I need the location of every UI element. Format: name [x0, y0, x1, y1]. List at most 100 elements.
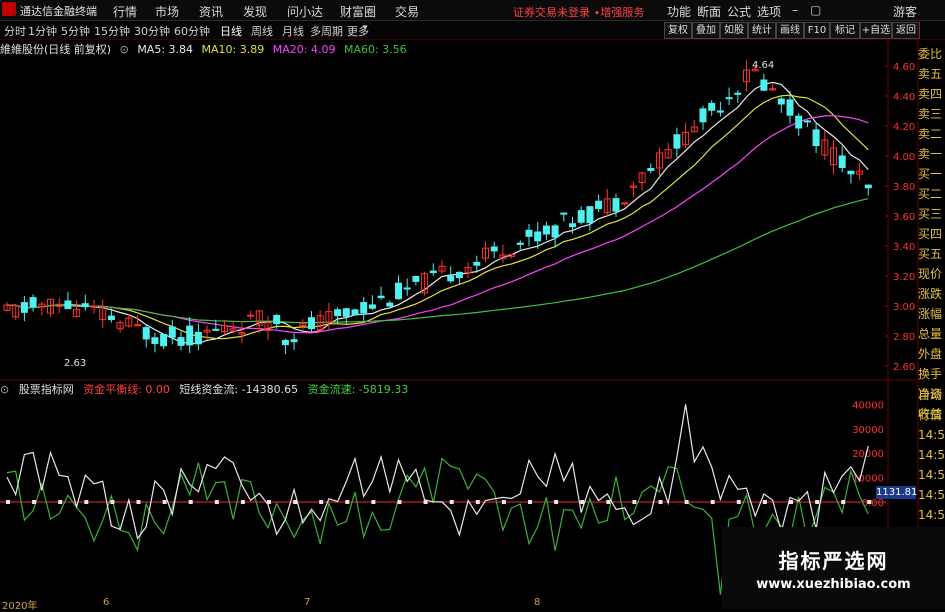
- quote-label: 卖四: [918, 87, 943, 101]
- high-price-label: 4.64: [752, 60, 774, 71]
- candle-body: [20, 302, 28, 313]
- price-tick-label: 4.60: [893, 62, 915, 73]
- ma10-line: [6, 94, 869, 340]
- balance-marker: [710, 500, 715, 504]
- candle-body: [612, 198, 620, 212]
- ma20-line: [6, 115, 869, 334]
- balance-marker: [423, 500, 428, 504]
- candle-body: [716, 110, 724, 113]
- candle-body: [734, 92, 742, 95]
- candle-body: [673, 134, 681, 149]
- balance-marker: [267, 500, 271, 504]
- balance-marker: [397, 500, 402, 504]
- candle-body: [560, 212, 568, 215]
- balance-marker: [319, 500, 324, 504]
- tick-label: 行情: [918, 408, 943, 422]
- candle-body: [351, 309, 359, 316]
- balance-marker: [580, 500, 585, 504]
- quote-label: 买二: [918, 187, 943, 201]
- candle-body: [795, 115, 803, 129]
- quote-label: 涨幅: [918, 307, 943, 321]
- candle-body: [177, 337, 185, 346]
- moving-averages: [6, 81, 869, 344]
- candle-body: [534, 231, 542, 242]
- quote-label: 买四: [918, 227, 943, 241]
- price-tick-label: 3.60: [893, 212, 915, 223]
- balance-marker: [136, 500, 141, 504]
- candle-body: [342, 308, 350, 317]
- balance-marker: [32, 500, 37, 504]
- quote-label: 外盘: [918, 347, 943, 361]
- quote-label: 换手: [918, 367, 943, 381]
- candle-body: [386, 302, 394, 307]
- candle-body: [247, 314, 255, 317]
- balance-marker: [58, 500, 63, 504]
- balance-marker: [684, 500, 689, 504]
- candle-body: [142, 327, 150, 340]
- candle-body: [812, 129, 820, 147]
- candle-body: [273, 314, 281, 325]
- balance-marker: [736, 500, 741, 504]
- ma5-line: [6, 81, 869, 344]
- indicator-tick-label: 40000: [852, 400, 884, 411]
- balance-marker: [789, 500, 793, 504]
- candle-body: [134, 324, 141, 327]
- price-axis: 4.60 4.40 4.20 4.00 3.80 3.60 3.40 3.20 3.00 2.80…: [885, 62, 915, 373]
- tick-label: 14:50: [918, 428, 945, 442]
- tick-panel: 自动行情 14:50 14:50 14:50 14:50 14:50: [918, 385, 945, 525]
- balance-marker: [501, 500, 506, 504]
- quote-label: 总量: [918, 327, 943, 341]
- quote-label: 涨跌: [918, 287, 943, 301]
- candle-body: [647, 167, 655, 171]
- candle-body: [516, 242, 524, 245]
- balance-marker: [841, 500, 846, 504]
- tick-label: 14:50: [918, 448, 945, 462]
- quote-label: 现价: [918, 267, 943, 281]
- candle-body: [725, 97, 733, 100]
- balance-marker: [162, 500, 167, 504]
- candle-body: [403, 287, 411, 290]
- candle-body: [525, 229, 533, 237]
- candle-body: [542, 225, 550, 235]
- price-tick-label: 4.00: [893, 152, 915, 163]
- candle-body: [586, 206, 594, 224]
- candle-body: [429, 270, 437, 274]
- candle-body: [777, 98, 785, 105]
- tick-label: 自动: [918, 388, 943, 402]
- balance-marker: [632, 500, 637, 504]
- indicator-tick-label: 30000: [852, 425, 884, 436]
- candle-body: [847, 170, 855, 175]
- quote-label: 买五: [918, 247, 943, 261]
- balance-marker: [528, 500, 532, 504]
- quote-label: 卖二: [918, 127, 943, 141]
- candle-body: [760, 79, 768, 91]
- kline-chart[interactable]: 4.60 4.40 4.20 4.00 3.80 3.60 3.40 3.20 3.00 2.80…: [0, 0, 945, 609]
- quote-panel: 委比 卖五 卖四 卖三 卖二 卖一 买一 买二 买三 买四 买五 现价 涨跌 涨幅 总量 外盘 换手 净资 收益: [918, 44, 945, 424]
- tick-label: 14:50: [918, 508, 945, 522]
- candle-body: [290, 339, 298, 343]
- balance-marker: [554, 500, 559, 504]
- balance-marker: [188, 500, 193, 504]
- candle-body: [377, 295, 385, 299]
- price-annotations: 4.64 2.63: [64, 60, 774, 369]
- candle-body: [64, 300, 72, 310]
- candle-body: [473, 261, 481, 266]
- candle-body: [212, 328, 220, 331]
- tick-label: 14:50: [918, 468, 945, 482]
- price-tick-label: 4.20: [893, 122, 915, 133]
- price-tick-label: 4.40: [893, 92, 915, 103]
- candle-body: [490, 246, 498, 252]
- balance-marker: [867, 500, 872, 504]
- candle-body: [838, 155, 846, 168]
- candle-body: [360, 302, 368, 314]
- candle-body: [107, 315, 115, 321]
- quote-label: 卖一: [918, 147, 943, 161]
- candle-body: [412, 276, 420, 282]
- quote-label: 买三: [918, 207, 943, 221]
- balance-marker: [658, 500, 663, 504]
- candle-body: [864, 184, 872, 189]
- ma60-line: [6, 198, 869, 324]
- balance-marker: [84, 500, 89, 504]
- balance-marker: [449, 500, 454, 504]
- low-price-label: 2.63: [64, 358, 86, 369]
